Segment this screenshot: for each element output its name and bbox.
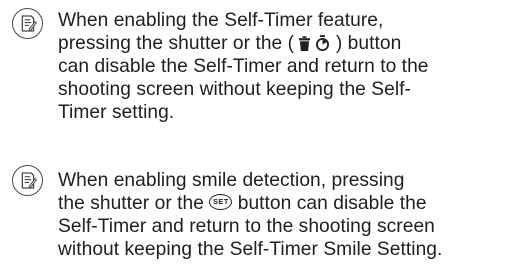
note-line-text: ) button bbox=[330, 33, 402, 54]
note-block: When enabling the Self-Timer feature, pr… bbox=[0, 0, 511, 138]
note-line: the shutter or the SET button can disabl… bbox=[58, 192, 504, 215]
note-line-text: button can disable the bbox=[232, 193, 427, 214]
set-button-icon: SET bbox=[209, 193, 233, 210]
note-pad-icon bbox=[12, 165, 43, 196]
note-line: without keeping the Self-Timer Smile Set… bbox=[58, 239, 443, 260]
self-timer-icon bbox=[315, 34, 330, 51]
note-line: pressing the shutter or the ( ) button bbox=[58, 32, 504, 55]
trash-icon bbox=[299, 34, 311, 52]
note-line: can disable the Self-Timer and return to… bbox=[58, 56, 429, 77]
note-line: When enabling the Self-Timer feature, bbox=[58, 10, 384, 31]
note-line: When enabling smile detection, pressing bbox=[58, 170, 405, 191]
note-pad-icon bbox=[12, 8, 43, 39]
note-block: When enabling smile detection, pressing … bbox=[0, 138, 511, 266]
note-line: Timer setting. bbox=[58, 102, 175, 123]
note-line: Self-Timer and return to the shooting sc… bbox=[58, 216, 435, 237]
note-line-text: pressing the shutter or the ( bbox=[58, 33, 300, 54]
note-text: When enabling the Self-Timer feature, pr… bbox=[58, 9, 504, 124]
note-line-text: the shutter or the bbox=[58, 193, 210, 214]
note-line: shooting screen without keeping the Self… bbox=[58, 79, 411, 100]
note-text: When enabling smile detection, pressing … bbox=[58, 169, 504, 261]
